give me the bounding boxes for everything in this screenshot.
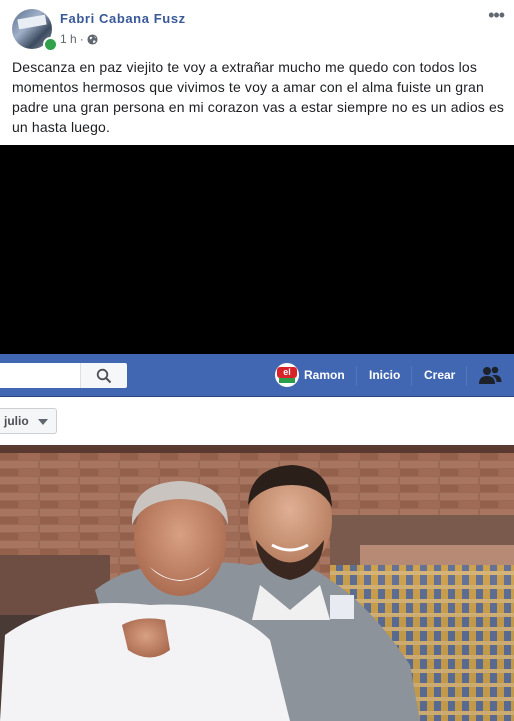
screenshot-black-area — [0, 145, 514, 354]
filter-area: julio — [0, 397, 514, 445]
online-status-dot — [43, 37, 58, 52]
nav-divider — [356, 366, 357, 386]
profile-name-link[interactable]: Ramon — [304, 368, 345, 382]
search-input[interactable] — [0, 363, 127, 388]
post-time[interactable]: 1 h — [60, 32, 77, 46]
post-header: Fabri Cabana Fusz 1 h · ••• Descanza en … — [0, 0, 514, 145]
search-button[interactable] — [80, 363, 127, 388]
month-dropdown-value: julio — [4, 414, 29, 428]
friend-requests-icon[interactable] — [478, 365, 502, 385]
create-link[interactable]: Crear — [424, 368, 455, 382]
post-meta: 1 h · — [60, 32, 98, 46]
month-dropdown[interactable]: julio — [0, 408, 57, 434]
chevron-down-icon — [38, 419, 48, 425]
nav-divider — [411, 366, 412, 386]
photo-illustration — [0, 445, 514, 721]
nav-divider — [466, 366, 467, 386]
post-text: Descanza en paz viejito te voy a extraña… — [12, 59, 505, 135]
globe-icon[interactable] — [87, 33, 98, 45]
profile-logo: el — [277, 367, 297, 378]
profile-avatar[interactable]: el — [275, 363, 299, 387]
home-link[interactable]: Inicio — [369, 368, 400, 382]
meta-separator: · — [79, 32, 84, 46]
post-photo[interactable] — [0, 445, 514, 721]
facebook-top-bar: el Ramon Inicio Crear — [0, 354, 514, 397]
author-name[interactable]: Fabri Cabana Fusz — [60, 11, 186, 26]
search-icon — [96, 368, 112, 384]
more-options-icon[interactable]: ••• — [488, 6, 505, 24]
